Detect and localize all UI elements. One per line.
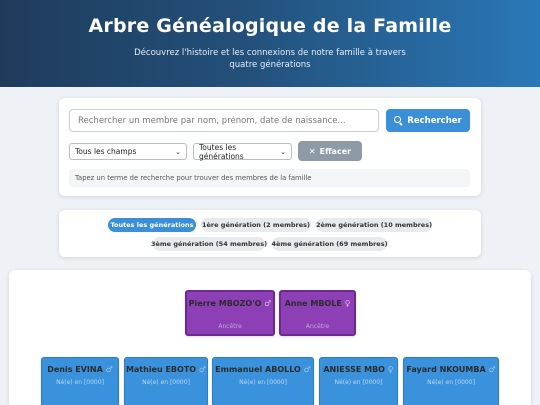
filter-label: 2ème génération (10 membres) [315, 221, 433, 229]
clear-button-label: Effacer [319, 146, 352, 156]
person-detail: Ancêtre [305, 323, 330, 330]
person-card[interactable]: Pierre MBOZO'O ♂ Ancêtre [185, 290, 275, 336]
filter-generation-3[interactable]: 3ème génération (54 membres) [150, 237, 268, 251]
person-name: ANIESSE MBO [323, 365, 385, 374]
person-detail: Né(e) en [0000] [334, 379, 383, 386]
filter-all-generations[interactable]: Toutes les générations [108, 218, 196, 232]
male-icon: ♂ [303, 365, 311, 374]
family-tree: Pierre MBOZO'O ♂ Ancêtre Anne MBOLE ♀ An… [9, 270, 531, 405]
search-hint: Tapez un terme de recherche pour trouver… [69, 169, 470, 187]
filter-generation-2[interactable]: 2ème génération (10 membres) [316, 218, 432, 232]
search-input[interactable] [69, 109, 379, 132]
female-icon: ♀ [344, 299, 351, 308]
chevron-down-icon: ⌄ [175, 147, 181, 156]
person-card[interactable]: Mathieu EBOTO ♂ Né(e) en [0000] [124, 357, 208, 405]
person-name: Pierre MBOZO'O [188, 299, 262, 308]
chevron-down-icon: ⌄ [280, 147, 286, 156]
page-subtitle: Découvrez l'histoire et les connexions d… [134, 48, 406, 70]
person-name: Fayard NKOUMBA [406, 365, 486, 374]
person-detail: Né(e) en [0000] [427, 379, 475, 386]
generation-select-value: Toutes les générations [199, 142, 244, 161]
filter-label: 3ème génération (54 membres) [150, 240, 268, 248]
male-icon: ♂ [105, 365, 113, 374]
generation-select[interactable]: Toutes les générations ⌄ [193, 142, 292, 161]
person-name: Denis EVINA [47, 365, 103, 374]
search-icon [394, 116, 403, 125]
filter-generation-1[interactable]: 1ère génération (2 membres) [201, 218, 311, 232]
generation-filter-panel: Toutes les générations 1ère génération (… [59, 210, 481, 257]
person-detail: Né(e) en [0000] [239, 379, 287, 386]
filter-generation-4[interactable]: 4ème génération (69 membres) [271, 237, 388, 251]
field-select[interactable]: Tous les champs ⌄ [69, 143, 187, 160]
filter-label: Toutes les générations [110, 221, 194, 229]
close-icon: ✕ [308, 146, 316, 156]
male-icon: ♂ [488, 365, 496, 374]
person-card[interactable]: Denis EVINA ♂ Né(e) en [0000] [41, 357, 119, 405]
page-header: Arbre Généalogique de la Famille Découvr… [0, 0, 540, 87]
person-card[interactable]: Emmanuel ABOLLO ♂ Né(e) en [0000] [212, 357, 314, 405]
person-name: Mathieu EBOTO [125, 365, 197, 374]
person-card[interactable]: Fayard NKOUMBA ♂ Né(e) en [0000] [403, 357, 499, 405]
person-name: Emmanuel ABOLLO [215, 365, 301, 374]
person-detail: Ancêtre [218, 323, 242, 330]
filter-label: 4ème génération (69 membres) [271, 240, 388, 248]
person-name: Anne MBOLE [284, 299, 342, 308]
male-icon: ♂ [264, 299, 272, 308]
person-detail: Né(e) en [0000] [56, 379, 104, 386]
female-icon: ♀ [387, 365, 394, 374]
search-button-label: Rechercher [407, 115, 462, 126]
clear-button[interactable]: ✕ Effacer [298, 141, 362, 161]
person-card[interactable]: Anne MBOLE ♀ Ancêtre [279, 290, 356, 336]
field-select-value: Tous les champs [75, 147, 137, 156]
person-card[interactable]: ANIESSE MBO ♀ Né(e) en [0000] [319, 357, 398, 405]
search-button[interactable]: Rechercher [386, 109, 470, 132]
male-icon: ♂ [198, 365, 207, 374]
person-detail: Né(e) en [0000] [142, 379, 190, 386]
search-hint-text: Tapez un terme de recherche pour trouver… [75, 174, 312, 182]
filter-label: 1ère génération (2 membres) [201, 221, 310, 229]
search-panel: Rechercher Tous les champs ⌄ Toutes les … [59, 98, 481, 196]
page-title: Arbre Généalogique de la Famille [88, 15, 452, 37]
